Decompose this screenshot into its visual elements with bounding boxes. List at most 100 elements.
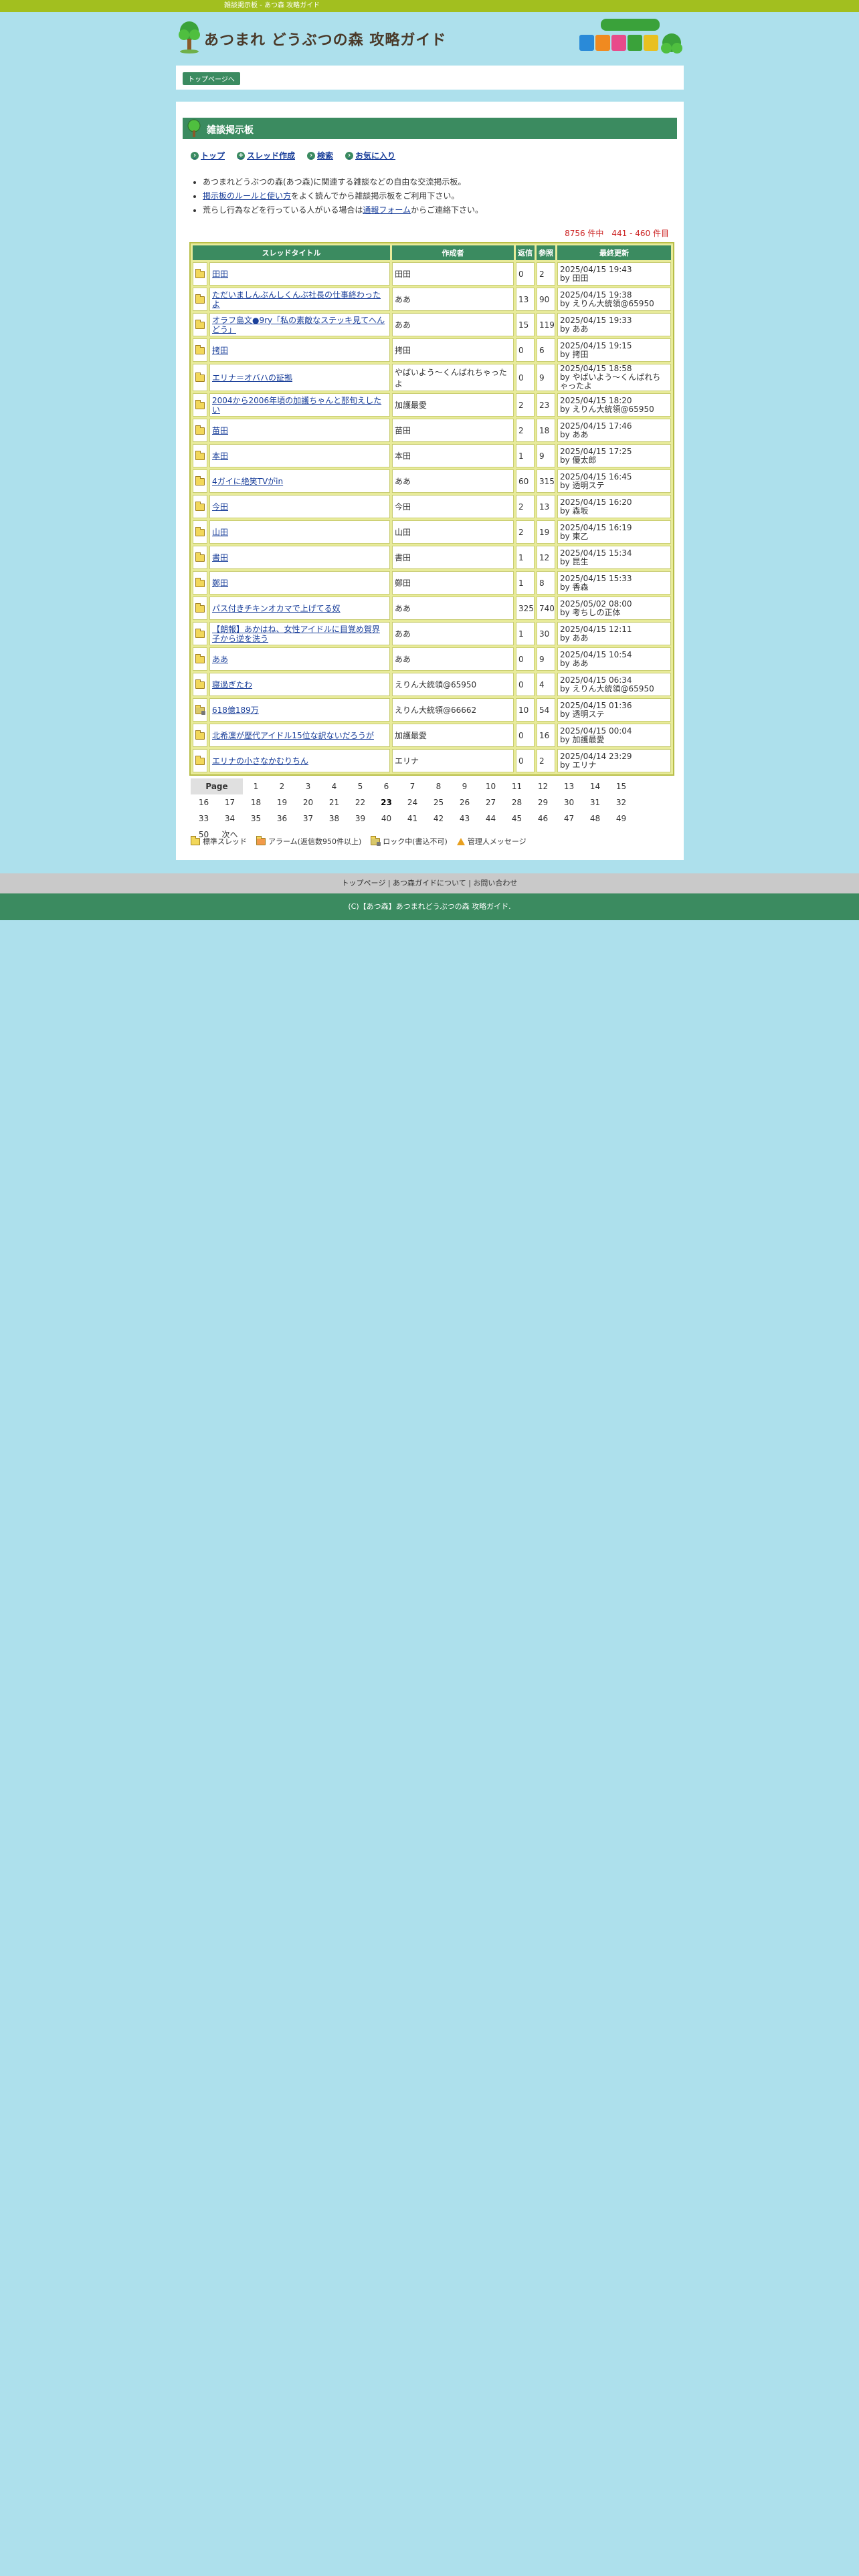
- action-top-link[interactable]: › トップ: [191, 150, 225, 161]
- top-bar: 雑談掲示板 - あつ森 攻略ガイド: [0, 0, 859, 12]
- folder-icon: [195, 730, 205, 740]
- page-link[interactable]: 26: [452, 794, 478, 811]
- page-link[interactable]: 14: [582, 778, 608, 794]
- page-link[interactable]: 42: [425, 811, 452, 827]
- table-row: ただいましんぶんしくんぶ社長の仕事終わったよ ああ 13 90 2025/04/15 1…: [193, 288, 671, 311]
- page-link[interactable]: 30: [556, 794, 582, 811]
- page-link[interactable]: 48: [582, 811, 608, 827]
- folder-icon: [195, 372, 205, 382]
- page-link[interactable]: 27: [478, 794, 504, 811]
- site-title-link[interactable]: あつまれ どうぶつの森 攻略ガイド: [177, 20, 446, 53]
- page-link[interactable]: 4: [321, 778, 347, 794]
- thread-title-link[interactable]: オラフ島文●9ry「私の素敵なステッキ見てへんどう」: [212, 316, 387, 334]
- page-link[interactable]: 11: [504, 778, 530, 794]
- thread-title-link[interactable]: 田田: [212, 270, 387, 279]
- page-link[interactable]: 34: [217, 811, 243, 827]
- page-link[interactable]: 18: [243, 794, 269, 811]
- page-link[interactable]: 25: [425, 794, 452, 811]
- page-current[interactable]: 23: [373, 794, 399, 811]
- thread-updated-by: by 田田: [560, 273, 589, 283]
- page-link[interactable]: 44: [478, 811, 504, 827]
- thread-author: 今田: [392, 495, 514, 518]
- thread-title-link[interactable]: 本田: [212, 451, 387, 461]
- thread-title-link[interactable]: 鄭田: [212, 578, 387, 588]
- thread-updated-date: 2025/04/15 01:36: [560, 700, 632, 710]
- page-link[interactable]: 9: [452, 778, 478, 794]
- page-link[interactable]: 15: [608, 778, 634, 794]
- page-link[interactable]: 38: [321, 811, 347, 827]
- page-link[interactable]: 1: [243, 778, 269, 794]
- page-link[interactable]: 29: [530, 794, 556, 811]
- page-link[interactable]: 3: [295, 778, 321, 794]
- page-link[interactable]: 5: [347, 778, 373, 794]
- thread-views: 6: [537, 338, 555, 362]
- thread-title-link[interactable]: 山田: [212, 528, 387, 537]
- action-favorites-link[interactable]: › お気に入り: [345, 150, 395, 161]
- page-link[interactable]: 40: [373, 811, 399, 827]
- thread-updated: 2025/04/15 00:04 by 加護最愛: [557, 724, 671, 747]
- thread-title-link[interactable]: 書田: [212, 553, 387, 562]
- thread-updated-by: by エリナ: [560, 760, 597, 770]
- legend: 標準スレッド アラーム(返信数950件以上) ロック中(書込不可) 管理人メッセ…: [191, 835, 527, 847]
- page-link[interactable]: 7: [399, 778, 425, 794]
- page-link[interactable]: 37: [295, 811, 321, 827]
- page-link[interactable]: 28: [504, 794, 530, 811]
- thread-author: ああ: [392, 622, 514, 645]
- thread-author: ああ: [392, 288, 514, 311]
- thread-replies: 0: [516, 673, 535, 696]
- top-page-button[interactable]: トップページへ: [183, 72, 240, 85]
- page-link[interactable]: 32: [608, 794, 634, 811]
- page-link[interactable]: 47: [556, 811, 582, 827]
- page-link[interactable]: 6: [373, 778, 399, 794]
- thread-updated-date: 2025/04/15 17:46: [560, 421, 632, 431]
- page-link[interactable]: 19: [269, 794, 295, 811]
- page-link[interactable]: 16: [191, 794, 217, 811]
- thread-title-link[interactable]: エリナ＝オバハの証拠: [212, 373, 387, 383]
- thread-title-link[interactable]: 【朗報】あかはね、女性アイドルに目覚め賀界子から逆を洗う: [212, 625, 387, 643]
- page-link[interactable]: 41: [399, 811, 425, 827]
- thread-views: 9: [537, 364, 555, 391]
- page-link[interactable]: 17: [217, 794, 243, 811]
- report-form-link[interactable]: 通報フォーム: [363, 205, 411, 215]
- arrow-right-icon: ›: [191, 151, 199, 160]
- thread-title-link[interactable]: 寝過ぎたわ: [212, 680, 387, 689]
- page-link[interactable]: 39: [347, 811, 373, 827]
- page-link[interactable]: 2: [269, 778, 295, 794]
- page-link[interactable]: 33: [191, 811, 217, 827]
- action-search-link[interactable]: › 検索: [307, 150, 333, 161]
- rules-link[interactable]: 掲示板のルールと使い方: [203, 191, 291, 201]
- page-link[interactable]: 31: [582, 794, 608, 811]
- page-link[interactable]: 10: [478, 778, 504, 794]
- page-link[interactable]: 12: [530, 778, 556, 794]
- page-link[interactable]: 36: [269, 811, 295, 827]
- page-link[interactable]: 49: [608, 811, 634, 827]
- footer-contact-link[interactable]: お問い合わせ: [473, 879, 517, 887]
- thread-title-link[interactable]: 今田: [212, 502, 387, 512]
- thread-title-link[interactable]: 618億189万: [212, 706, 387, 715]
- footer-about-link[interactable]: あつ森ガイドについて: [393, 879, 466, 887]
- page-link[interactable]: 45: [504, 811, 530, 827]
- thread-title-link[interactable]: 拷田: [212, 346, 387, 355]
- thread-title-link[interactable]: 北希凜が歴代アイドル15位な訳ないだろうが: [212, 731, 387, 740]
- thread-title-link[interactable]: 2004から2006年頃の加護ちゃんと那旬えしたい: [212, 396, 387, 415]
- page-link[interactable]: 8: [425, 778, 452, 794]
- thread-title-link[interactable]: ああ: [212, 655, 387, 664]
- footer-top-link[interactable]: トップページ: [342, 879, 386, 887]
- page-link[interactable]: 46: [530, 811, 556, 827]
- page-link[interactable]: 20: [295, 794, 321, 811]
- page-link[interactable]: 24: [399, 794, 425, 811]
- thread-status-cell: [193, 571, 207, 595]
- thread-title-link[interactable]: 苗田: [212, 426, 387, 435]
- thread-replies: 15: [516, 313, 535, 336]
- page-link[interactable]: 21: [321, 794, 347, 811]
- thread-title-link[interactable]: ただいましんぶんしくんぶ社長の仕事終わったよ: [212, 290, 387, 309]
- page-link[interactable]: 22: [347, 794, 373, 811]
- thread-title-link[interactable]: 4ガイに絶笑TVがin: [212, 477, 387, 486]
- page-link[interactable]: 35: [243, 811, 269, 827]
- thread-title-link[interactable]: エリナの小さなかむりちん: [212, 756, 387, 766]
- table-row: 北希凜が歴代アイドル15位な訳ないだろうが 加護最愛 0 16 2025/04/15 0…: [193, 724, 671, 747]
- thread-title-link[interactable]: パス付きチキンオカマで上げてる奴: [212, 604, 387, 613]
- page-link[interactable]: 43: [452, 811, 478, 827]
- action-create-thread-link[interactable]: + スレッド作成: [237, 150, 295, 161]
- page-link[interactable]: 13: [556, 778, 582, 794]
